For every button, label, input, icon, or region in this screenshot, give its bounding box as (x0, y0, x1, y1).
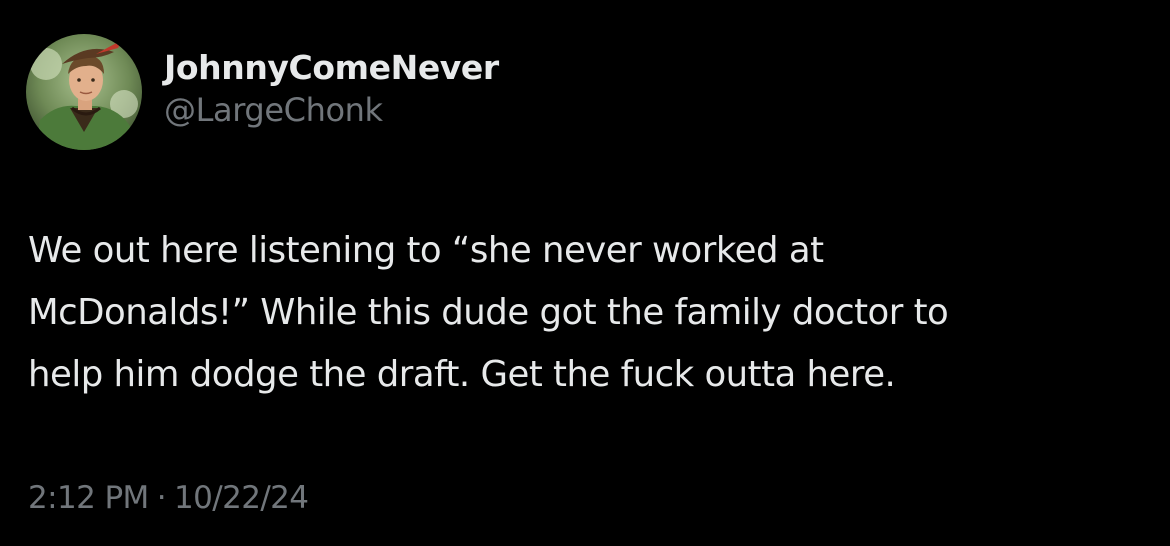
avatar-photo-icon (26, 34, 142, 150)
tweet-text: We out here listening to “she never work… (28, 220, 1148, 406)
meta-separator: · (156, 480, 167, 516)
author-display-name[interactable]: JohnnyComeNever (164, 46, 499, 90)
tweet-timestamp-time[interactable]: 2:12 PM (28, 480, 149, 516)
tweet-timestamp-date[interactable]: 10/22/24 (174, 480, 309, 516)
tweet-card: JohnnyComeNever @LargeChonk We out here … (0, 0, 1170, 546)
tweet-text-line: help him dodge the draft. Get the fuck o… (28, 354, 896, 395)
tweet-meta: 2:12 PM · 10/22/24 (28, 476, 309, 520)
tweet-text-line: We out here listening to “she never work… (28, 230, 824, 271)
author-identity: JohnnyComeNever @LargeChonk (164, 46, 499, 130)
author-avatar[interactable] (26, 34, 142, 150)
author-handle[interactable]: @LargeChonk (164, 90, 499, 130)
tweet-text-line: McDonalds!” While this dude got the fami… (28, 292, 949, 333)
